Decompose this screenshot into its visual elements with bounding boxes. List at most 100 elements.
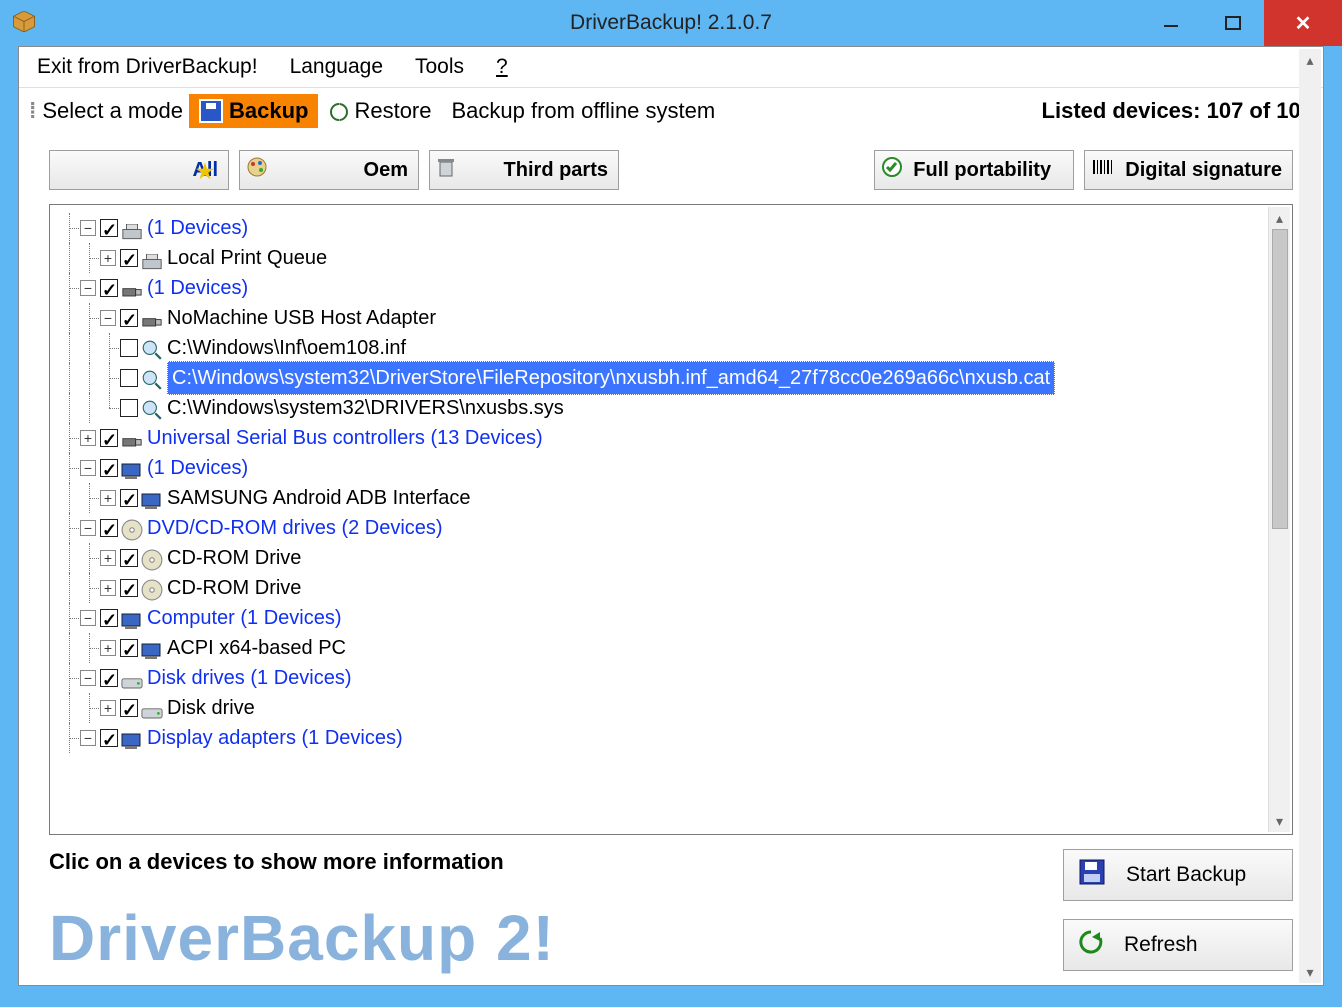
barcode-icon	[1091, 158, 1115, 182]
magnifier-icon	[141, 339, 163, 357]
mode-offline[interactable]: Backup from offline system	[442, 94, 726, 128]
expand-icon[interactable]: +	[100, 250, 116, 266]
magnifier-icon	[141, 399, 163, 417]
scroll-down-icon[interactable]: ▾	[1299, 961, 1321, 983]
tree-category[interactable]: − (1 Devices)	[60, 273, 1282, 303]
checkbox[interactable]	[120, 489, 138, 507]
tree-item[interactable]: + ACPI x64-based PC	[60, 633, 1282, 663]
checkbox[interactable]	[120, 399, 138, 417]
expand-icon[interactable]: +	[100, 640, 116, 656]
checkbox[interactable]	[120, 579, 138, 597]
tree-item[interactable]: − NoMachine USB Host Adapter	[60, 303, 1282, 333]
brand-watermark: DriverBackup 2!	[49, 901, 1043, 975]
checkbox[interactable]	[100, 279, 118, 297]
tree-category[interactable]: − Disk drives (1 Devices)	[60, 663, 1282, 693]
collapse-icon[interactable]: −	[80, 730, 96, 746]
tree-category[interactable]: + Universal Serial Bus controllers (13 D…	[60, 423, 1282, 453]
listed-devices: Listed devices: 107 of 107	[1042, 98, 1313, 124]
menu-language[interactable]: Language	[290, 55, 383, 79]
checkbox[interactable]	[100, 669, 118, 687]
collapse-icon[interactable]: −	[80, 460, 96, 476]
usb-icon	[141, 309, 163, 327]
checkbox[interactable]	[100, 459, 118, 477]
computer-icon	[121, 609, 143, 627]
scroll-down-icon[interactable]: ▾	[1269, 810, 1290, 832]
footer: Clic on a devices to show more informati…	[19, 835, 1323, 985]
checkbox[interactable]	[100, 429, 118, 447]
menu-exit[interactable]: Exit from DriverBackup!	[37, 55, 258, 79]
menu-tools[interactable]: Tools	[415, 55, 464, 79]
tree-category[interactable]: − (1 Devices)	[60, 453, 1282, 483]
checkbox[interactable]	[120, 309, 138, 327]
expand-icon[interactable]: +	[100, 490, 116, 506]
tree-item[interactable]: + Disk drive	[60, 693, 1282, 723]
mode-label: Select a mode	[42, 98, 183, 124]
collapse-icon[interactable]: −	[80, 610, 96, 626]
client-scrollbar[interactable]: ▴ ▾	[1299, 49, 1321, 983]
mode-backup[interactable]: Backup	[189, 94, 318, 128]
checkbox[interactable]	[120, 249, 138, 267]
menubar: Exit from DriverBackup! Language Tools ?	[19, 47, 1323, 87]
tree-category[interactable]: − DVD/CD-ROM drives (2 Devices)	[60, 513, 1282, 543]
device-tree: ▴ ▾ − (1 Devices) + Local Print Queue −	[49, 204, 1293, 835]
floppy-blue-icon	[1078, 858, 1106, 892]
usb-icon	[121, 429, 143, 447]
tree-category[interactable]: − Display adapters (1 Devices)	[60, 723, 1282, 753]
collapse-icon[interactable]: −	[80, 520, 96, 536]
disc-icon	[141, 579, 163, 597]
check-shield-icon	[881, 156, 903, 184]
tree-item[interactable]: + CD-ROM Drive	[60, 543, 1282, 573]
filter-signature[interactable]: Digital signature	[1084, 150, 1293, 190]
tree-file[interactable]: C:\Windows\Inf\oem108.inf	[60, 333, 1282, 363]
filter-third[interactable]: Third parts	[429, 150, 619, 190]
tree-item[interactable]: + Local Print Queue	[60, 243, 1282, 273]
checkbox[interactable]	[120, 549, 138, 567]
expand-icon[interactable]: +	[100, 550, 116, 566]
floppy-icon	[199, 99, 223, 123]
checkbox[interactable]	[120, 639, 138, 657]
filter-portability[interactable]: Full portability	[874, 150, 1074, 190]
magnifier-icon	[141, 369, 163, 387]
tree-file-selected[interactable]: C:\Windows\system32\DriverStore\FileRepo…	[60, 363, 1282, 393]
collapse-icon[interactable]: −	[80, 670, 96, 686]
menu-help[interactable]: ?	[496, 55, 508, 79]
expand-icon[interactable]: +	[80, 430, 96, 446]
refresh-button[interactable]: Refresh	[1063, 919, 1293, 971]
mode-restore[interactable]: Restore	[318, 94, 441, 128]
printer-icon	[141, 249, 163, 267]
tree-category[interactable]: − Computer (1 Devices)	[60, 603, 1282, 633]
scroll-up-icon[interactable]: ▴	[1299, 49, 1321, 71]
tree-scrollbar[interactable]: ▴ ▾	[1268, 207, 1290, 832]
usb-icon	[121, 279, 143, 297]
start-backup-button[interactable]: Start Backup	[1063, 849, 1293, 901]
checkbox[interactable]	[100, 609, 118, 627]
checkbox[interactable]	[100, 219, 118, 237]
disc-icon	[141, 549, 163, 567]
collapse-icon[interactable]: −	[80, 280, 96, 296]
collapse-icon[interactable]: −	[100, 310, 116, 326]
tree-file[interactable]: C:\Windows\system32\DRIVERS\nxusbs.sys	[60, 393, 1282, 423]
tree-item[interactable]: + SAMSUNG Android ADB Interface	[60, 483, 1282, 513]
device-icon	[141, 489, 163, 507]
cycle-icon	[328, 101, 348, 121]
checkbox[interactable]	[100, 729, 118, 747]
checkbox[interactable]	[120, 699, 138, 717]
checkbox[interactable]	[120, 369, 138, 387]
expand-icon[interactable]: +	[100, 700, 116, 716]
drive-icon	[141, 699, 163, 717]
scroll-up-icon[interactable]: ▴	[1269, 207, 1290, 229]
filter-oem[interactable]: Oem	[239, 150, 419, 190]
trash-icon	[436, 156, 456, 184]
star-icon: ★	[196, 159, 218, 181]
checkbox[interactable]	[120, 339, 138, 357]
expand-icon[interactable]: +	[100, 580, 116, 596]
scroll-thumb[interactable]	[1272, 229, 1288, 529]
tree-item[interactable]: + CD-ROM Drive	[60, 573, 1282, 603]
display-icon	[121, 729, 143, 747]
checkbox[interactable]	[100, 519, 118, 537]
disc-icon	[121, 519, 143, 537]
tree-category[interactable]: − (1 Devices)	[60, 213, 1282, 243]
collapse-icon[interactable]: −	[80, 220, 96, 236]
palette-icon	[246, 156, 268, 184]
filter-all[interactable]: ★ All	[49, 150, 229, 190]
